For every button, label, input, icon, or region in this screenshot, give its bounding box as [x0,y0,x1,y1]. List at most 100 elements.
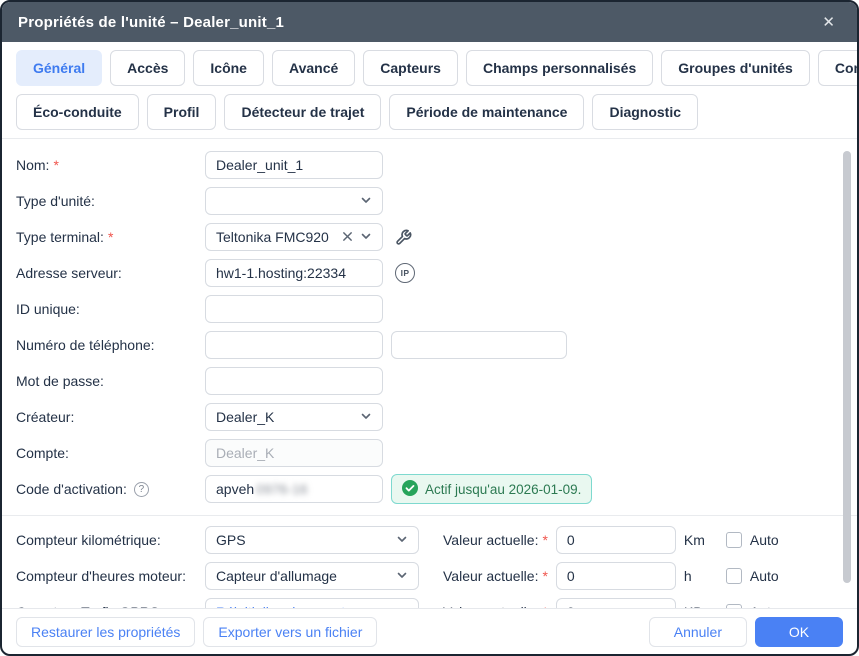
engine-hours-unit: h [683,568,692,584]
tab-acces[interactable]: Accès [110,50,186,86]
wrench-icon[interactable] [395,229,412,246]
unique-id-label: ID unique: [16,301,80,317]
password-row: Mot de passe: [16,363,857,399]
password-label: Mot de passe: [16,373,104,389]
tab-commandes[interactable]: Commandes [817,50,857,86]
tab-groupes-unites[interactable]: Groupes d'unités [661,50,810,86]
general-tab-content: Nom:* Type d'unité: Type terminal:* Telt… [2,139,857,608]
cancel-button[interactable]: Annuler [648,616,747,647]
creator-row: Créateur: Dealer_K [16,399,857,435]
tab-row-2: Éco-conduite Profil Détecteur de trajet … [16,94,843,130]
check-circle-icon [402,479,418,499]
engine-hours-auto-checkbox[interactable] [725,568,742,584]
phone-input-1[interactable] [205,331,383,359]
tab-eco-conduite[interactable]: Éco-conduite [16,94,139,130]
chevron-down-icon [396,568,408,584]
required-asterisk: * [542,568,548,584]
gprs-traffic-counter-row: Compteur Trafic GPRS: Réinitialiser le c… [16,594,857,608]
required-asterisk: * [107,229,114,245]
chevron-down-icon [396,532,408,548]
ip-icon[interactable]: IP [395,263,415,283]
device-type-select[interactable]: Teltonika FMC920 [205,223,383,251]
auto-label: Auto [750,604,779,608]
export-to-file-button[interactable]: Exporter vers un fichier [203,616,378,647]
unique-id-input[interactable] [205,295,383,323]
phone-row: Numéro de téléphone: [16,327,857,363]
help-icon[interactable]: ? [133,481,149,497]
mileage-counter-row: Compteur kilométrique: GPS Valeur actuel… [16,522,857,558]
unit-properties-dialog: Propriétés de l'unité – Dealer_unit_1 ✕ … [0,0,859,656]
creator-select[interactable]: Dealer_K [205,403,383,431]
mileage-source-select[interactable]: GPS [205,526,419,554]
close-icon[interactable]: ✕ [816,9,841,35]
server-address-label: Adresse serveur: [16,265,122,281]
gprs-traffic-unit: KB [684,604,710,608]
unique-id-row: ID unique: [16,291,857,327]
tab-periode-maintenance[interactable]: Période de maintenance [389,94,585,130]
device-type-label: Type terminal: [16,229,104,245]
restore-properties-button[interactable]: Restaurer les propriétés [16,616,196,647]
tab-bar: Général Accès Icône Avancé Capteurs Cham… [2,42,857,139]
tab-row-1: Général Accès Icône Avancé Capteurs Cham… [16,50,857,86]
current-value-label: Valeur actuelle: [443,568,539,584]
phone-input-2[interactable] [391,331,567,359]
tab-profil[interactable]: Profil [146,94,217,130]
activation-code-input[interactable]: apveh 0976-16 [205,475,383,503]
name-input[interactable] [205,151,383,179]
name-row: Nom: * [16,147,857,183]
activation-code-label: Code d'activation: [16,481,127,497]
engine-hours-value-input[interactable] [555,562,676,590]
engine-hours-source-select[interactable]: Capteur d'allumage [205,562,419,590]
server-address-input[interactable] [205,259,383,287]
mileage-auto-checkbox[interactable] [725,532,742,548]
phone-label: Numéro de téléphone: [16,337,155,353]
tab-detecteur-trajet[interactable]: Détecteur de trajet [224,94,382,130]
unit-type-row: Type d'unité: [16,183,857,219]
activation-code-row: Code d'activation: ? apveh 0976-16 Actif… [16,471,857,507]
chevron-down-icon [396,604,408,608]
current-value-label: Valeur actuelle: [443,532,539,548]
auto-label: Auto [749,532,779,548]
dialog-footer: Restaurer les propriétés Exporter vers u… [2,608,857,654]
tab-general[interactable]: Général [16,50,103,86]
ok-button[interactable]: OK [755,616,843,647]
account-input [205,439,383,467]
device-type-row: Type terminal: * Teltonika FMC920 [16,219,857,255]
tab-diagnostic[interactable]: Diagnostic [592,94,699,130]
dialog-title: Propriétés de l'unité – Dealer_unit_1 [18,13,285,31]
mileage-value-input[interactable] [555,526,676,554]
auto-label: Auto [749,568,779,584]
chevron-down-icon [360,409,372,425]
gprs-traffic-label: Compteur Trafic GPRS: [16,604,205,608]
current-value-label: Valeur actuelle: [443,604,538,608]
mileage-counter-label: Compteur kilométrique: [16,532,161,548]
account-label: Compte: [16,445,69,461]
unit-type-select[interactable] [205,187,383,215]
redacted-code: 0976-16 [256,481,308,497]
activation-status-text: Actif jusqu'au 2026-01-09. [425,481,582,497]
chevron-down-icon [360,229,372,245]
tab-icone[interactable]: Icône [193,50,264,86]
clear-icon[interactable] [342,229,353,245]
activation-status-badge: Actif jusqu'au 2026-01-09. [391,474,593,504]
tab-avance[interactable]: Avancé [271,50,356,86]
server-address-row: Adresse serveur: IP [16,255,857,291]
dialog-header: Propriétés de l'unité – Dealer_unit_1 ✕ [2,2,857,42]
mileage-unit: Km [683,532,705,548]
unit-type-label: Type d'unité: [16,193,95,209]
required-asterisk: * [542,604,547,608]
gprs-traffic-source-select[interactable]: Réinitialiser le compteur [205,598,419,608]
account-row: Compte: [16,435,857,471]
required-asterisk: * [53,157,59,173]
password-input[interactable] [205,367,383,395]
scrollbar-thumb[interactable] [843,151,851,583]
required-asterisk: * [542,532,548,548]
engine-hours-counter-row: Compteur d'heures moteur: Capteur d'allu… [16,558,857,594]
engine-hours-label: Compteur d'heures moteur: [16,568,186,584]
gprs-traffic-value-input[interactable] [555,598,676,608]
tab-champs-personnalises[interactable]: Champs personnalisés [465,50,654,86]
creator-label: Créateur: [16,409,75,425]
chevron-down-icon [360,193,372,209]
tab-capteurs[interactable]: Capteurs [363,50,458,86]
gprs-traffic-auto-checkbox[interactable] [725,604,742,608]
